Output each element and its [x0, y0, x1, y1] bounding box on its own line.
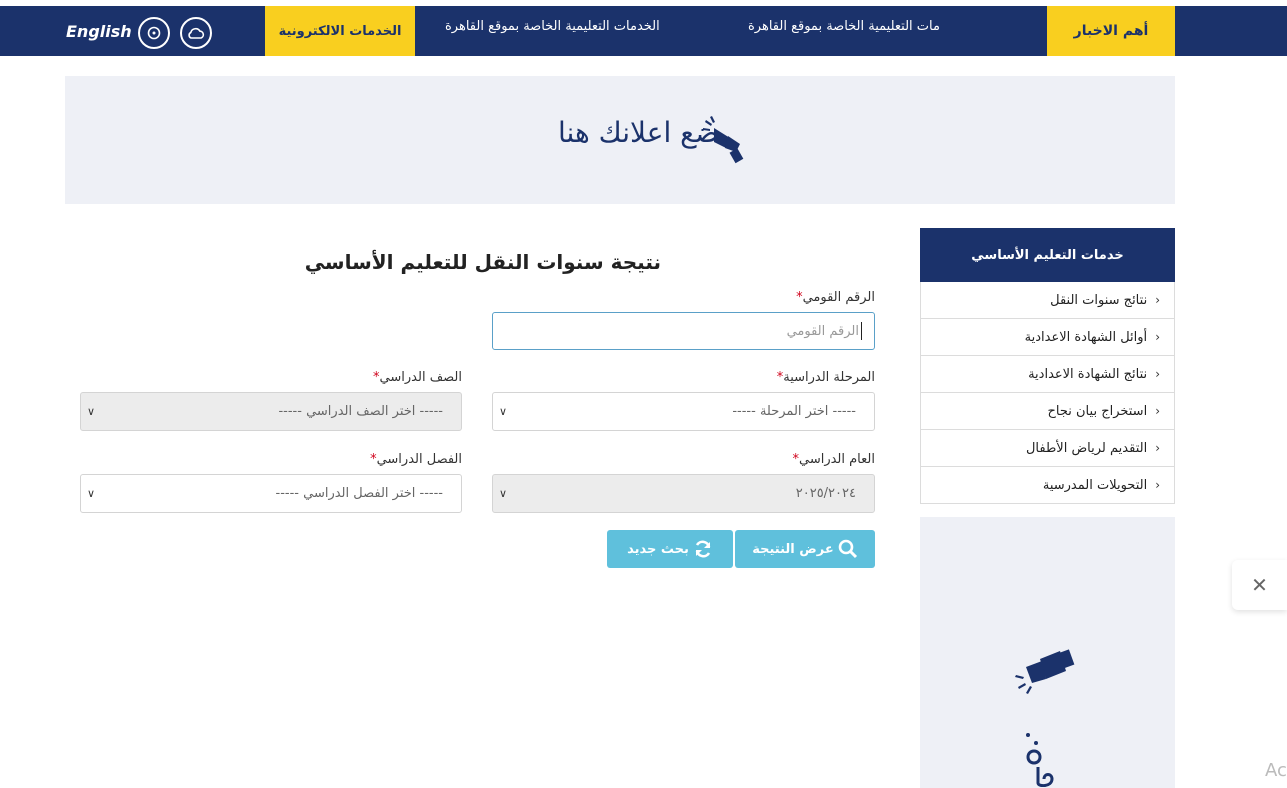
year-select[interactable]: ٢٠٢٥/٢٠٢٤ ∨ — [492, 474, 875, 513]
stage-select[interactable]: ----- اختر المرحلة ----- ∨ — [492, 392, 875, 431]
close-button[interactable]: ✕ — [1232, 560, 1287, 610]
term-select[interactable]: ----- اختر الفصل الدراسي ----- ∨ — [80, 474, 462, 513]
stage-label: *المرحلة الدراسية — [776, 370, 875, 385]
sidebar-ad[interactable] — [920, 517, 1175, 788]
grade-select[interactable]: ----- اختر الصف الدراسي ----- ∨ — [80, 392, 462, 431]
chevron-down-icon: ∨ — [499, 405, 508, 418]
show-result-button[interactable]: عرض النتيجة — [735, 530, 875, 568]
chevron-right-icon: › — [1155, 478, 1160, 492]
top-navigation-bar: أهم الاخبار مات التعليمية الخاصة بموقع ا… — [0, 6, 1287, 56]
decorative-script-icon — [1026, 733, 1054, 787]
news-label[interactable]: أهم الاخبار — [1047, 6, 1175, 56]
chevron-down-icon: ∨ — [87, 487, 96, 500]
megaphone-icon — [703, 116, 744, 164]
chevron-right-icon: › — [1155, 404, 1160, 418]
chevron-right-icon: › — [1155, 441, 1160, 455]
language-toggle[interactable]: English — [66, 22, 132, 41]
chevron-right-icon: › — [1155, 367, 1160, 381]
national-id-label: *الرقم القومي — [796, 290, 875, 305]
sidebar-item-kindergarten[interactable]: التقديم لرياض الأطفال › — [920, 430, 1175, 467]
chevron-right-icon: › — [1155, 293, 1160, 307]
eservices-button[interactable]: الخدمات الالكترونية — [265, 6, 415, 56]
new-search-button[interactable]: بحث جديد — [607, 530, 733, 568]
search-icon — [838, 539, 857, 559]
refresh-icon — [695, 540, 711, 558]
ticker-item[interactable]: الخدمات التعليمية الخاصة بموقع القاهرة — [445, 19, 660, 34]
year-label: *العام الدراسي — [792, 452, 875, 467]
sidebar-item-transfers[interactable]: التحويلات المدرسية › — [920, 467, 1175, 504]
chevron-down-icon: ∨ — [87, 405, 96, 418]
national-id-input[interactable]: الرقم القومي — [492, 312, 875, 350]
chevron-down-icon: ∨ — [499, 487, 508, 500]
sidebar: خدمات التعليم الأساسي نتائج سنوات النقل ›… — [920, 228, 1175, 504]
clock-icon[interactable] — [138, 17, 170, 49]
ad-banner[interactable]: ضع اعلانك هنا — [65, 76, 1175, 204]
watermark-text: Ac — [1265, 760, 1287, 781]
term-label: *الفصل الدراسي — [370, 452, 462, 467]
chevron-right-icon: › — [1155, 330, 1160, 344]
news-ticker[interactable]: مات التعليمية الخاصة بموقع القاهرة الخدم… — [415, 6, 1047, 56]
page-title: نتيجة سنوات النقل للتعليم الأساسي — [304, 250, 661, 274]
sidebar-item-prep-results[interactable]: نتائج الشهادة الاعدادية › — [920, 356, 1175, 393]
sidebar-item-transfer-results[interactable]: نتائج سنوات النقل › — [920, 282, 1175, 319]
ad-text: ضع اعلانك هنا — [558, 116, 719, 149]
megaphone-icon — [1015, 649, 1075, 694]
grade-label: *الصف الدراسي — [373, 370, 462, 385]
sidebar-item-success-statement[interactable]: استخراج بيان نجاح › — [920, 393, 1175, 430]
sidebar-title: خدمات التعليم الأساسي — [920, 228, 1175, 282]
close-icon: ✕ — [1251, 573, 1268, 597]
weather-icon[interactable] — [180, 17, 212, 49]
sidebar-item-prep-top-students[interactable]: أوائل الشهادة الاعدادية › — [920, 319, 1175, 356]
ticker-item[interactable]: مات التعليمية الخاصة بموقع القاهرة — [748, 19, 940, 34]
